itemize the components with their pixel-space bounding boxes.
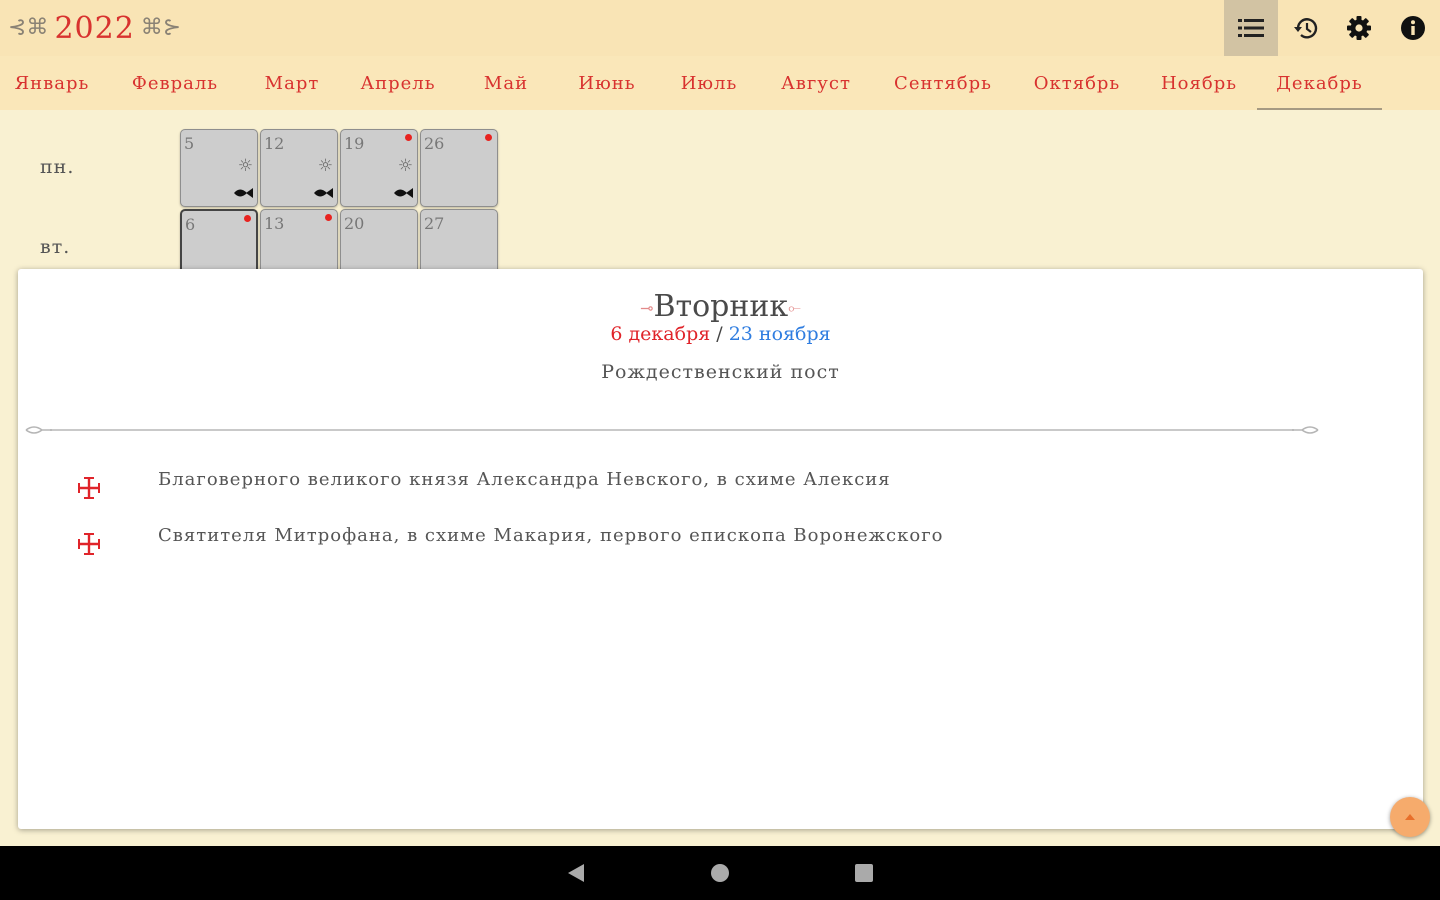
info-button[interactable] (1386, 0, 1440, 56)
tab-january[interactable]: Январь (4, 56, 100, 110)
scroll-up-button[interactable] (1390, 797, 1430, 837)
fish-icon (314, 188, 333, 198)
settings-icon (1347, 16, 1371, 40)
fast-label: Рождественский пост (601, 361, 840, 383)
month-tabs: Январь Февраль Март Апрель Май Июнь Июль… (0, 56, 1440, 110)
sun-icon: ☼ (237, 156, 253, 176)
cross-icon (78, 477, 100, 499)
list-view-button[interactable] (1224, 0, 1278, 56)
day-number: 5 (184, 134, 195, 153)
back-icon (568, 864, 584, 882)
tab-october[interactable]: Октябрь (1022, 56, 1132, 110)
home-icon (711, 864, 729, 882)
date-separator: / (710, 323, 729, 345)
holiday-dot (405, 134, 412, 141)
weekday-name: Вторник (653, 289, 789, 324)
chevron-up-icon (1405, 814, 1415, 820)
day-number: 20 (344, 214, 365, 233)
day-number: 13 (264, 214, 285, 233)
tab-july[interactable]: Июль (670, 56, 748, 110)
weekday-label: вт. (40, 236, 71, 258)
tab-november[interactable]: Ноябрь (1150, 56, 1248, 110)
day-number: 6 (185, 215, 196, 234)
left-ornament-icon: ⊰⌘ (8, 15, 49, 40)
settings-button[interactable] (1332, 0, 1386, 56)
flourish-right-icon: ⟜ (788, 298, 801, 317)
flourish-left-icon: ⊸ (640, 298, 654, 318)
tab-december[interactable]: Декабрь (1257, 56, 1382, 110)
sun-icon: ☼ (397, 156, 413, 176)
day-number: 12 (264, 134, 285, 153)
year-title[interactable]: ⊰⌘ 2022 ⌘⊱ (8, 6, 181, 50)
new-style-date: 6 декабря (610, 323, 711, 345)
saint-entry-text: Святителя Митрофана, в схиме Макария, пе… (158, 525, 944, 546)
year-label: 2022 (54, 10, 135, 46)
fish-icon (394, 188, 413, 198)
day-cell[interactable]: 5 ☼ (180, 129, 258, 207)
tab-september[interactable]: Сентябрь (882, 56, 1004, 110)
recents-button[interactable] (849, 860, 879, 886)
sun-icon: ☼ (317, 156, 333, 176)
old-style-date: 23 ноября (728, 323, 831, 345)
tab-february[interactable]: Февраль (120, 56, 230, 110)
history-button[interactable] (1279, 0, 1333, 56)
day-cell[interactable]: 12 ☼ (260, 129, 338, 207)
date-line: 6 декабря / 23 ноября (18, 323, 1423, 345)
tab-april[interactable]: Апрель (350, 56, 446, 110)
day-title: ⊸Вторник⟜ (18, 289, 1423, 324)
fish-icon (234, 188, 253, 198)
list-icon (1238, 19, 1264, 37)
holiday-dot (325, 214, 332, 221)
recents-icon (855, 864, 873, 882)
weekday-label: пн. (40, 156, 75, 178)
history-icon (1294, 18, 1318, 39)
right-ornament-icon: ⌘⊱ (140, 15, 182, 40)
ornamental-divider (25, 426, 1319, 434)
tab-march[interactable]: Март (250, 56, 334, 110)
tab-may[interactable]: Май (468, 56, 544, 110)
holiday-dot (485, 134, 492, 141)
day-cell[interactable]: 19 ☼ (340, 129, 418, 207)
saint-entry-text: Благоверного великого князя Александра Н… (158, 469, 891, 490)
app-header: ⊰⌘ 2022 ⌘⊱ (0, 0, 1440, 56)
day-number: 19 (344, 134, 365, 153)
holiday-dot (244, 215, 251, 222)
home-button[interactable] (705, 860, 735, 886)
day-number: 26 (424, 134, 445, 153)
back-button[interactable] (561, 860, 591, 886)
day-cell[interactable]: 26 (420, 129, 498, 207)
tab-august[interactable]: Август (768, 56, 864, 110)
tab-june[interactable]: Июнь (566, 56, 648, 110)
cross-icon (78, 533, 100, 555)
info-icon (1401, 16, 1425, 40)
day-number: 27 (424, 214, 445, 233)
system-nav-bar (0, 846, 1440, 900)
day-detail-card: ⊸Вторник⟜ 6 декабря / 23 ноября Рождеств… (18, 269, 1423, 829)
